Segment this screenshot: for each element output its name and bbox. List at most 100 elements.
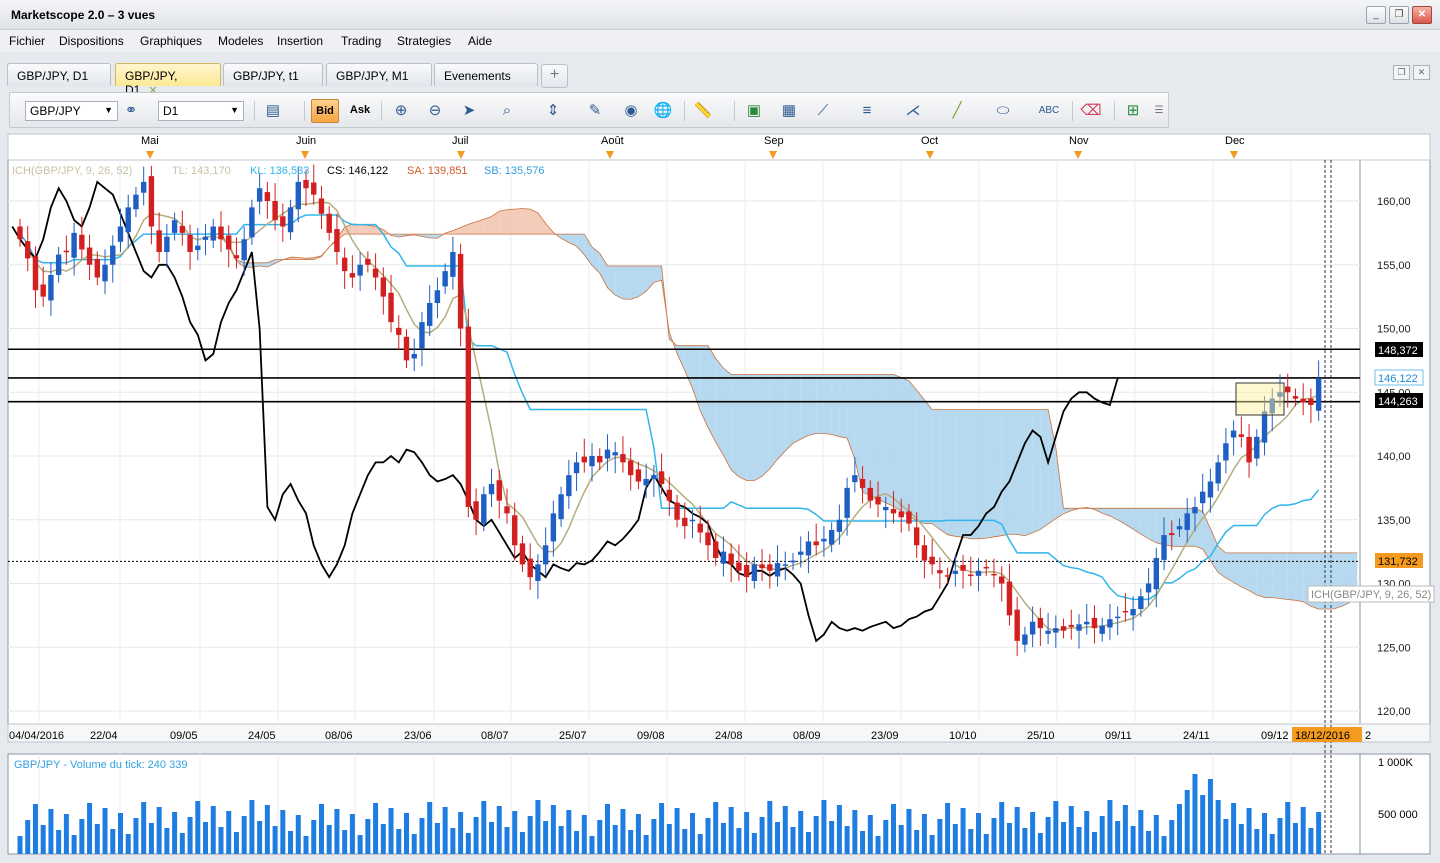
- zoom-out-icon[interactable]: ⊖: [422, 99, 448, 123]
- link-icon[interactable]: ⚭: [118, 99, 144, 123]
- candle-body: [782, 564, 788, 566]
- line-tool-icon[interactable]: ⟋: [810, 99, 836, 123]
- bid-button[interactable]: Bid: [311, 99, 339, 123]
- price-axis-panel: [1359, 159, 1431, 725]
- volume-bar: [527, 816, 533, 854]
- ichimoku-chart[interactable]: 160,00155,00150,00145,00140,00135,00130,…: [0, 130, 1440, 860]
- zoom-area-icon[interactable]: ⌕: [494, 99, 520, 123]
- toolbar-separator: [1114, 101, 1115, 121]
- candle-body: [627, 460, 634, 476]
- hierarchy-icon[interactable]: ⊞: [1120, 99, 1146, 123]
- candle-body: [1285, 386, 1291, 393]
- cursor-icon[interactable]: ➤: [456, 99, 482, 123]
- menu-aide[interactable]: Aide: [468, 34, 492, 48]
- menu-graphiques[interactable]: Graphiques: [140, 34, 202, 48]
- close-button[interactable]: ✕: [1412, 6, 1432, 24]
- menu-dispositions[interactable]: Dispositions: [59, 34, 124, 48]
- candle-body: [937, 570, 943, 574]
- timeframe-select[interactable]: D1 ▼: [158, 101, 244, 121]
- volume-bar: [32, 804, 38, 854]
- symbol-select[interactable]: GBP/JPY ▼: [25, 101, 118, 121]
- tab-gbpjpy-t1[interactable]: GBP/JPY, t1: [223, 63, 323, 86]
- cloud-segment: [707, 345, 716, 442]
- volume-bar: [597, 820, 603, 854]
- candle-body: [249, 207, 255, 238]
- eye-icon[interactable]: ◉: [618, 99, 644, 123]
- text-tool-icon[interactable]: ABC: [1036, 99, 1062, 123]
- volume-bar: [365, 819, 371, 854]
- candle-body: [504, 506, 510, 514]
- cloud-segment: [1017, 409, 1025, 536]
- globe-icon[interactable]: 🌐: [650, 99, 676, 123]
- tab-evenements[interactable]: Evenements: [434, 63, 538, 86]
- volume-bar: [867, 815, 873, 854]
- volume-bar: [241, 816, 247, 854]
- candle-body: [759, 564, 765, 569]
- cloud-segment: [1024, 409, 1033, 536]
- candle-body: [852, 475, 858, 483]
- eraser-icon[interactable]: ⌫: [1078, 99, 1104, 123]
- panel-restore-icon[interactable]: ❐: [1393, 65, 1410, 80]
- menu-modeles[interactable]: Modeles: [218, 34, 263, 48]
- zoom-in-icon[interactable]: ⊕: [388, 99, 414, 123]
- cloud-segment: [1040, 409, 1049, 530]
- symbol-value: GBP/JPY: [30, 104, 81, 118]
- minimize-button[interactable]: _: [1366, 6, 1386, 24]
- cloud-segment: [1140, 508, 1149, 539]
- cloud-segment: [630, 266, 639, 300]
- volume-bar: [813, 816, 819, 854]
- candle-body: [1076, 624, 1082, 631]
- fan-icon[interactable]: ⋌: [900, 99, 926, 123]
- candle-body: [651, 475, 657, 479]
- volume-bar: [473, 817, 479, 854]
- candle-body: [1292, 396, 1299, 399]
- volume-bar: [1146, 831, 1152, 854]
- volume-bar: [48, 809, 54, 854]
- trendline-icon[interactable]: ╱: [944, 99, 970, 123]
- volume-bar: [805, 832, 811, 854]
- menu-strategies[interactable]: Strategies: [397, 34, 451, 48]
- volume-bar: [659, 803, 665, 854]
- panel-close-icon[interactable]: ✕: [1413, 65, 1430, 80]
- chart-type-icon[interactable]: ▤: [260, 99, 286, 123]
- candle-body: [581, 456, 587, 463]
- volume-bar: [156, 807, 162, 854]
- picture-icon[interactable]: ▣: [741, 99, 767, 123]
- restore-button[interactable]: ❐: [1389, 6, 1409, 24]
- menu-insertion[interactable]: Insertion: [277, 34, 323, 48]
- candle-body: [1199, 491, 1206, 504]
- volume-bar: [249, 800, 255, 854]
- toolbar-separator: [381, 101, 382, 121]
- candle-body: [1261, 411, 1268, 443]
- crosshair-icon[interactable]: ✎: [582, 99, 608, 123]
- candle-body: [573, 462, 580, 474]
- fit-icon[interactable]: ⇕: [540, 99, 566, 123]
- ruler-icon[interactable]: 📏: [690, 99, 716, 123]
- candle-body: [442, 271, 448, 287]
- selection-box[interactable]: [1235, 382, 1285, 416]
- indicator-icon[interactable]: ▦: [776, 99, 802, 123]
- candle-body: [372, 268, 379, 278]
- volume-bar: [404, 813, 409, 854]
- cloud-segment: [514, 208, 523, 235]
- ellipse-icon[interactable]: ⬭: [990, 99, 1016, 123]
- menu-fichier[interactable]: Fichier: [9, 34, 45, 48]
- tab-gbpjpy-d1[interactable]: GBP/JPY, D1: [7, 63, 111, 86]
- volume-bar: [481, 801, 487, 854]
- volume-bar: [914, 830, 920, 854]
- volume-bar: [1068, 806, 1074, 854]
- chart-area[interactable]: 160,00155,00150,00145,00140,00135,00130,…: [0, 130, 1440, 860]
- fibonacci-icon[interactable]: ≡: [854, 99, 880, 123]
- volume-bar: [326, 825, 332, 854]
- toolbar-overflow-icon[interactable]: ☰: [1146, 99, 1172, 123]
- menu-trading[interactable]: Trading: [341, 34, 381, 48]
- candle-body: [426, 303, 433, 326]
- volume-bar: [690, 813, 696, 854]
- month-axis-panel: [7, 133, 1431, 161]
- add-tab-button[interactable]: +: [541, 64, 568, 88]
- ask-button[interactable]: Ask: [346, 99, 374, 123]
- tab-gbpjpy-d1-active[interactable]: GBP/JPY, D1 ✕: [115, 63, 221, 97]
- volume-bar: [1269, 834, 1275, 854]
- cloud-segment: [1032, 409, 1041, 533]
- tab-gbpjpy-m1[interactable]: GBP/JPY, M1: [326, 63, 432, 86]
